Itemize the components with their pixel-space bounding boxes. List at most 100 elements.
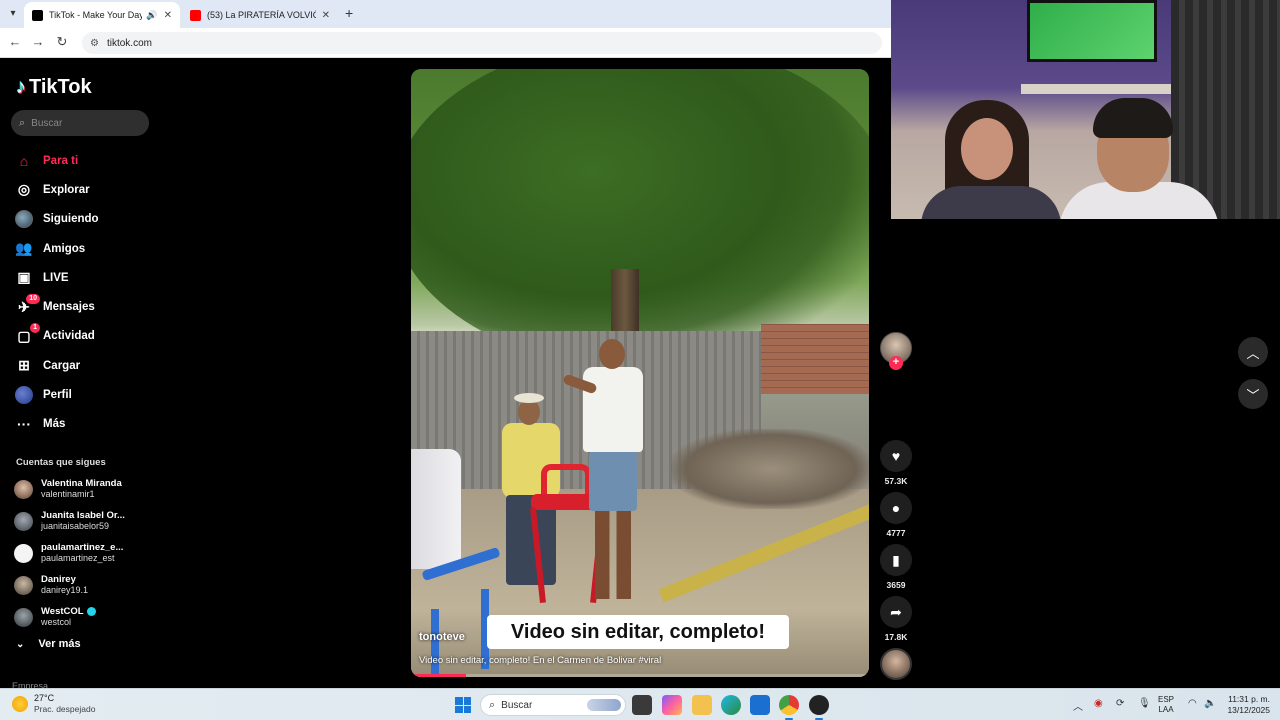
following-username: paulamartinez_est	[41, 553, 115, 563]
tiktok-logo[interactable]: ♪ TikTok	[16, 76, 92, 99]
browser-chrome: ▾ TikTok - Make Your Day 🔊 ✕ (53) La PIR…	[0, 0, 891, 58]
nav-amigos[interactable]: 👥 Amigos	[14, 234, 154, 263]
url-field[interactable]: ⚙ tiktok.com	[82, 32, 882, 54]
nav-label: LIVE	[43, 271, 69, 284]
reload-icon[interactable]: ↻	[53, 34, 71, 50]
bookmark-icon: ▮	[880, 544, 912, 576]
following-item[interactable]: Juanita Isabel Or... juanitaisabelor59	[14, 505, 154, 537]
nav-siguiendo[interactable]: Siguiendo	[14, 205, 154, 234]
store-icon[interactable]	[750, 695, 770, 715]
activity-icon: ▢ 1	[14, 323, 40, 346]
wifi-icon[interactable]: ◠	[1188, 698, 1197, 709]
nav-label: Más	[43, 418, 66, 431]
clock-date: 13/12/2025	[1227, 705, 1270, 715]
following-item[interactable]: Valentina Miranda valentinamir1	[14, 473, 154, 505]
nav-actividad[interactable]: ▢ 1 Actividad	[14, 322, 154, 351]
comment-icon: ●	[880, 492, 912, 524]
video-progress-bar[interactable]	[411, 674, 869, 677]
nav-perfil[interactable]: Perfil	[14, 380, 154, 409]
share-button[interactable]: ➦ 17.8K	[880, 596, 912, 642]
music-disc-icon[interactable]	[880, 648, 912, 680]
video-standing-man	[562, 339, 651, 609]
following-name: WestCOL	[41, 606, 84, 617]
close-tab-icon[interactable]: ✕	[164, 10, 172, 21]
lang-top: ESP	[1158, 695, 1175, 704]
nav-cargar[interactable]: ⊞ Cargar	[14, 351, 154, 380]
following-item[interactable]: WestCOL westcol	[14, 601, 154, 633]
following-username: westcol	[41, 617, 72, 627]
site-info-icon[interactable]: ⚙	[90, 38, 99, 49]
save-count: 3659	[886, 580, 906, 590]
following-item[interactable]: Danirey danirey19.1	[14, 569, 154, 601]
forward-icon[interactable]: →	[29, 34, 47, 49]
url-text: tiktok.com	[106, 37, 152, 49]
language-indicator[interactable]: ESP LAA	[1158, 695, 1174, 715]
activity-badge: 1	[30, 323, 40, 334]
volume-icon[interactable]: 🔈	[1204, 698, 1216, 709]
profile-icon	[14, 385, 34, 405]
follow-plus-icon[interactable]: +	[889, 356, 903, 370]
see-more-label: Ver más	[38, 638, 81, 650]
tab-youtube[interactable]: (53) La PIRATERÍA VOLVIÓ, el ST ✕	[182, 2, 338, 28]
start-icon[interactable]	[455, 697, 471, 713]
next-video-button[interactable]: ﹀	[1238, 379, 1268, 409]
following-name: Juanita Isabel Or...	[41, 510, 125, 521]
nav-live[interactable]: ▣ LIVE	[14, 263, 154, 292]
new-tab-button[interactable]: +	[345, 5, 353, 21]
see-more-button[interactable]: ⌄ Ver más	[16, 638, 81, 650]
nav-mensajes[interactable]: ✈ 10 Mensajes	[14, 292, 154, 321]
comment-button[interactable]: ● 4777	[880, 492, 912, 538]
clock[interactable]: 11:31 p. m. 13/12/2025	[1222, 694, 1270, 716]
like-button[interactable]: ♥ 57.3K	[880, 440, 912, 486]
avatar-icon	[14, 209, 34, 229]
video-rubble	[671, 429, 869, 509]
avatar	[14, 575, 33, 595]
tray-app-icon[interactable]: ◉	[1094, 698, 1103, 709]
tiktok-favicon-icon	[32, 9, 43, 21]
previous-video-button[interactable]: ︿	[1238, 337, 1268, 367]
copilot-icon[interactable]	[662, 695, 682, 715]
video-author[interactable]: tonoteve	[419, 631, 465, 643]
file-explorer-icon[interactable]	[692, 695, 712, 715]
windows-taskbar: 27°C Prac. despejado ⌕ Buscar ︿ ◉ ⟳ 🎙 ES…	[0, 688, 1280, 720]
weather-widget[interactable]: 27°C Prac. despejado	[12, 693, 95, 715]
chrome-icon[interactable]	[779, 695, 799, 720]
video-player[interactable]: Video sin editar, completo! tonoteve Vid…	[411, 69, 869, 677]
video-brick-wall	[761, 324, 869, 394]
chevron-up-icon[interactable]: ︿	[1073, 698, 1083, 713]
speaker-icon[interactable]: 🔊	[146, 10, 157, 21]
search-icon: ⌕	[19, 116, 26, 129]
webcam-tv	[1027, 0, 1157, 62]
following-item[interactable]: paulamartinez_e... paulamartinez_est	[14, 537, 154, 569]
search-box[interactable]: ⌕	[11, 110, 149, 136]
tab-tiktok[interactable]: TikTok - Make Your Day 🔊 ✕	[24, 2, 180, 28]
taskbar-search[interactable]: ⌕ Buscar	[480, 694, 626, 716]
youtube-favicon-icon	[190, 9, 201, 21]
logo-text: TikTok	[29, 76, 92, 98]
chevron-up-icon: ︿	[1246, 345, 1260, 361]
search-input[interactable]	[31, 117, 132, 129]
avatar	[14, 479, 33, 499]
address-bar-row: ← → ↻ ⚙ tiktok.com	[0, 28, 891, 58]
save-button[interactable]: ▮ 3659	[880, 544, 912, 590]
search-highlight-icon	[587, 699, 621, 711]
task-view-icon[interactable]	[632, 695, 652, 715]
nav-mas[interactable]: ··· Más	[14, 410, 154, 439]
obs-icon[interactable]	[809, 695, 829, 720]
edge-icon[interactable]	[721, 695, 741, 715]
tab-bar: ▾ TikTok - Make Your Day 🔊 ✕ (53) La PIR…	[0, 0, 891, 28]
following-name: paulamartinez_e...	[41, 542, 124, 553]
nav-para-ti[interactable]: ⌂ Para ti	[14, 146, 154, 175]
tab-title: (53) La PIRATERÍA VOLVIÓ, el ST	[207, 10, 316, 20]
nav-label: Cargar	[43, 359, 81, 372]
nav-explorar[interactable]: ◎ Explorar	[14, 175, 154, 204]
tab-search-icon[interactable]: ▾	[4, 4, 22, 22]
share-count: 17.8K	[884, 632, 908, 642]
nav-label: Mensajes	[43, 301, 95, 314]
tray-sync-icon[interactable]: ⟳	[1116, 698, 1124, 709]
microphone-icon[interactable]: 🎙	[1138, 698, 1151, 709]
back-icon[interactable]: ←	[6, 34, 24, 49]
upload-icon: ⊞	[18, 357, 30, 374]
close-tab-icon[interactable]: ✕	[322, 10, 330, 21]
weather-temp: 27°C	[34, 693, 55, 703]
